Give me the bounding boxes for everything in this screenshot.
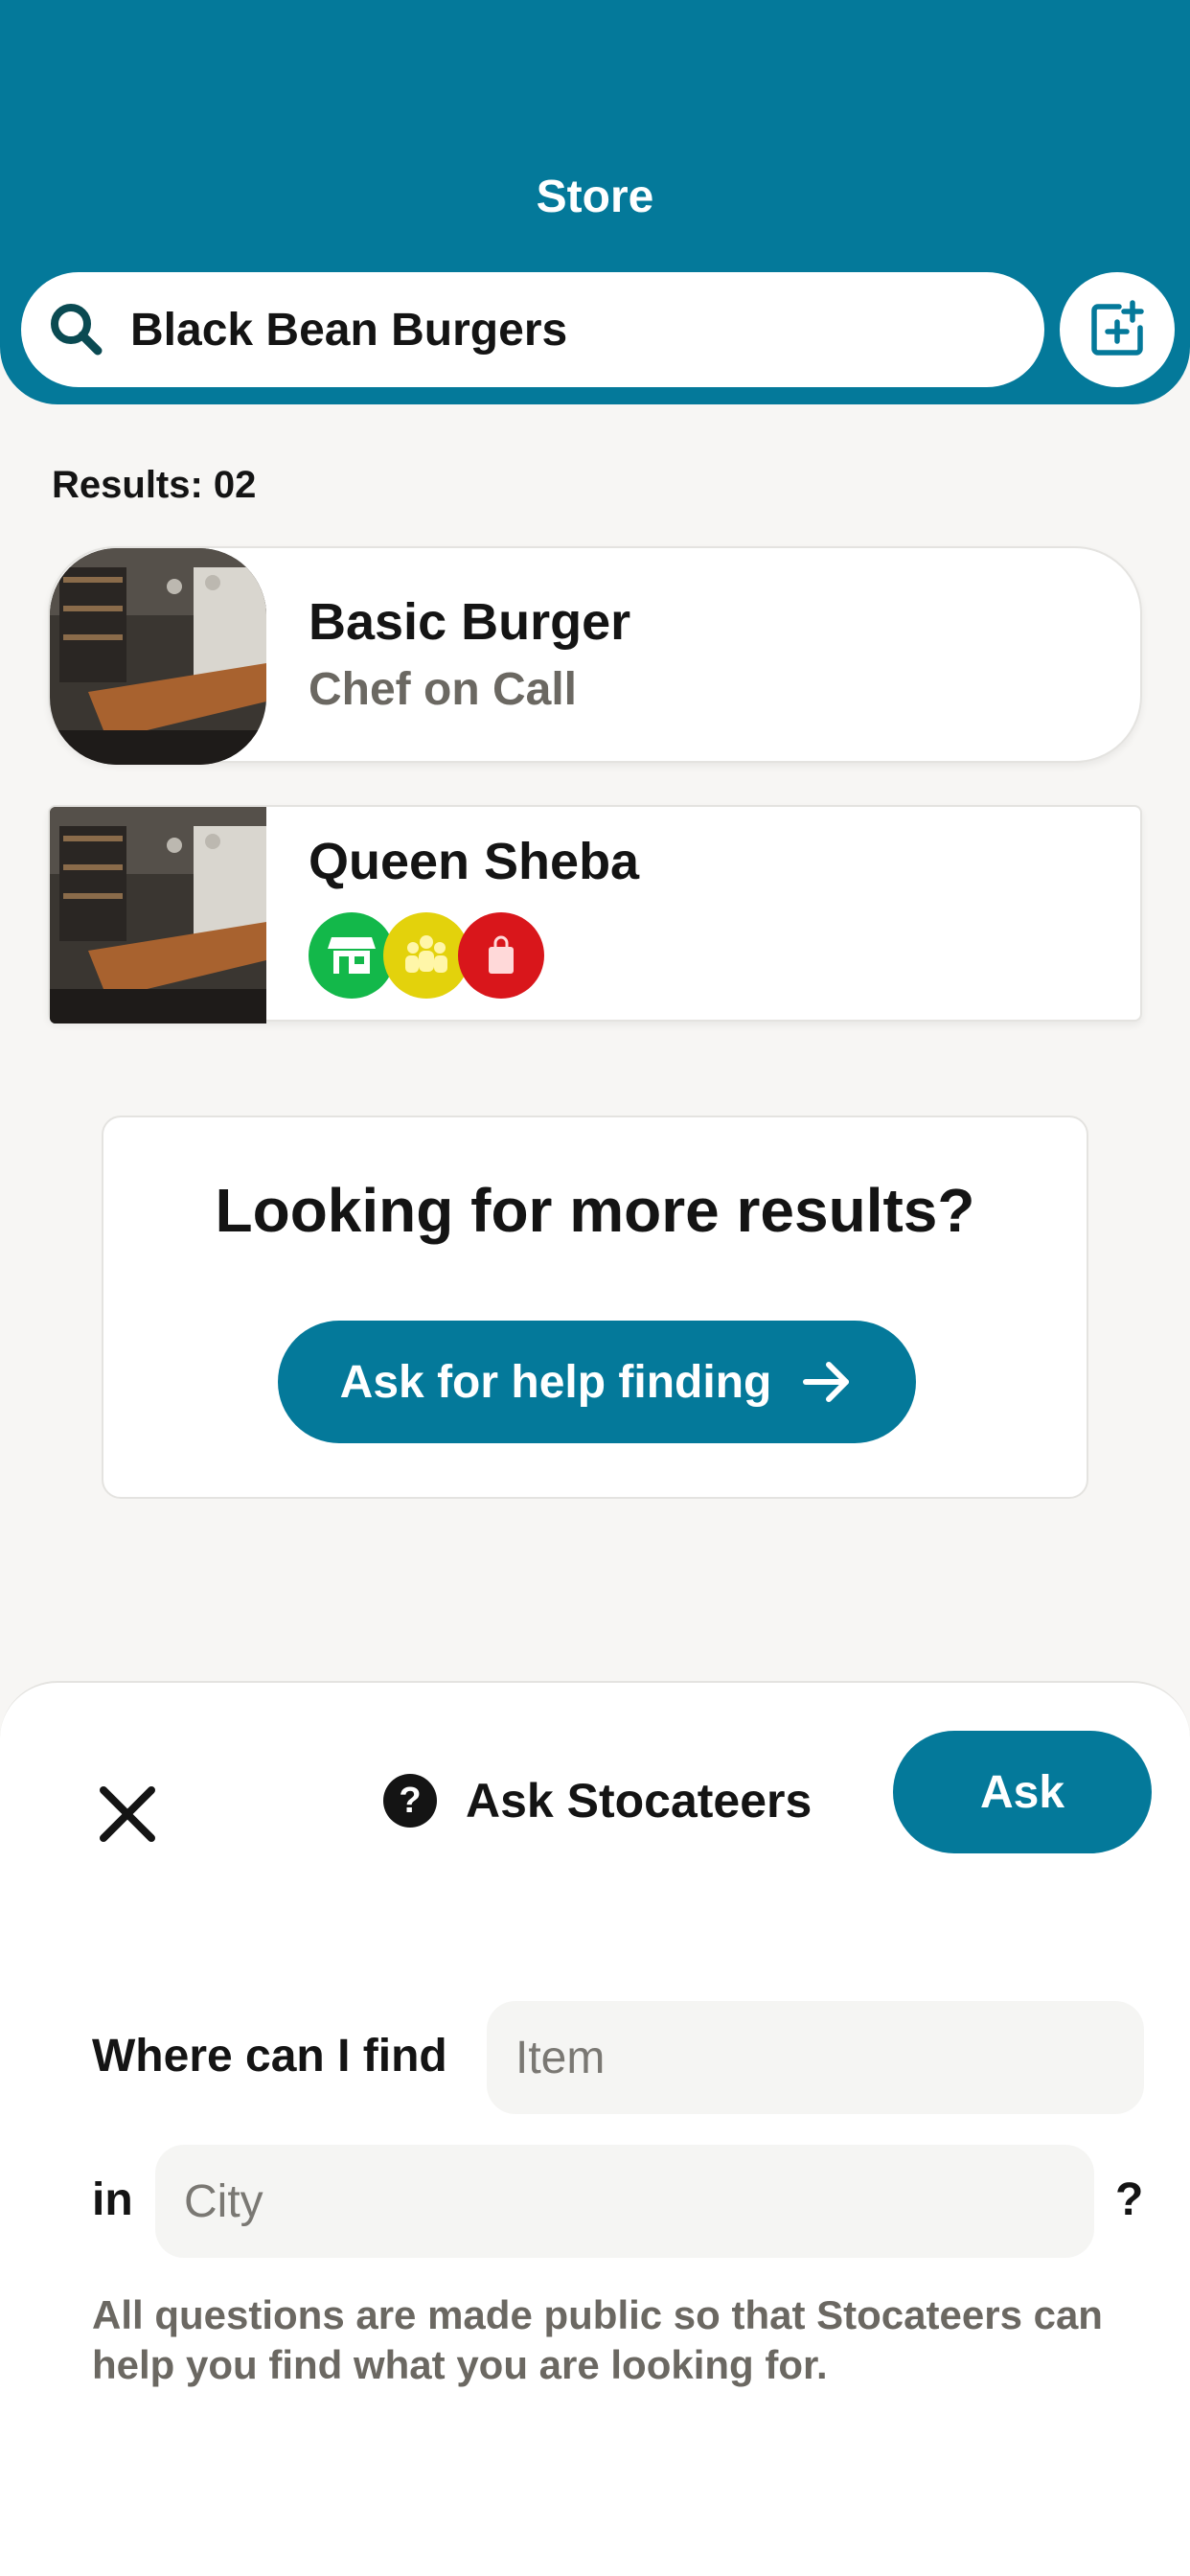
search-input[interactable]: Black Bean Burgers	[130, 304, 567, 356]
item-input[interactable]	[487, 2001, 1144, 2114]
arrow-right-icon	[803, 1362, 850, 1402]
in-label: in	[92, 2174, 133, 2225]
result-card[interactable]: Basic Burger Chef on Call	[48, 546, 1142, 765]
shopping-bag-icon	[458, 912, 544, 999]
more-results-title: Looking for more results?	[215, 1176, 975, 1245]
close-icon[interactable]	[92, 1779, 163, 1850]
ask-button[interactable]: Ask	[893, 1731, 1152, 1853]
result-title: Queen Sheba	[309, 833, 640, 890]
result-subtitle: Chef on Call	[309, 664, 578, 715]
question-mark-label: ?	[1115, 2174, 1144, 2225]
group-icon	[383, 912, 469, 999]
add-box-icon	[1091, 300, 1144, 356]
ask-for-help-button[interactable]: Ask for help finding	[278, 1321, 916, 1443]
city-input[interactable]	[155, 2145, 1094, 2258]
help-icon: ?	[383, 1774, 437, 1828]
result-title: Basic Burger	[309, 593, 631, 651]
store-icon	[309, 912, 395, 999]
search-icon	[51, 304, 103, 356]
sheet-title: Ask Stocateers	[466, 1774, 812, 1828]
ask-for-help-label: Ask for help finding	[339, 1356, 772, 1408]
restaurant-thumbnail	[50, 807, 266, 1024]
search-bar[interactable]: Black Bean Burgers	[21, 272, 1044, 387]
result-card[interactable]: Queen Sheba	[48, 805, 1142, 1024]
sheet-header: ? Ask Stocateers	[383, 1767, 812, 1834]
header: Store Black Bean Burgers	[0, 0, 1190, 404]
category-badges	[309, 912, 558, 999]
where-label: Where can I find	[92, 2031, 447, 2082]
add-store-button[interactable]	[1060, 272, 1175, 387]
page-title: Store	[536, 172, 654, 222]
disclaimer-text: All questions are made public so that St…	[92, 2292, 1103, 2387]
results-count: Results: 02	[52, 464, 257, 506]
restaurant-thumbnail	[50, 548, 266, 765]
ask-sheet: ? Ask Stocateers Ask Where can I find in…	[0, 1681, 1190, 2576]
more-results-box: Looking for more results? Ask for help f…	[102, 1116, 1088, 1499]
